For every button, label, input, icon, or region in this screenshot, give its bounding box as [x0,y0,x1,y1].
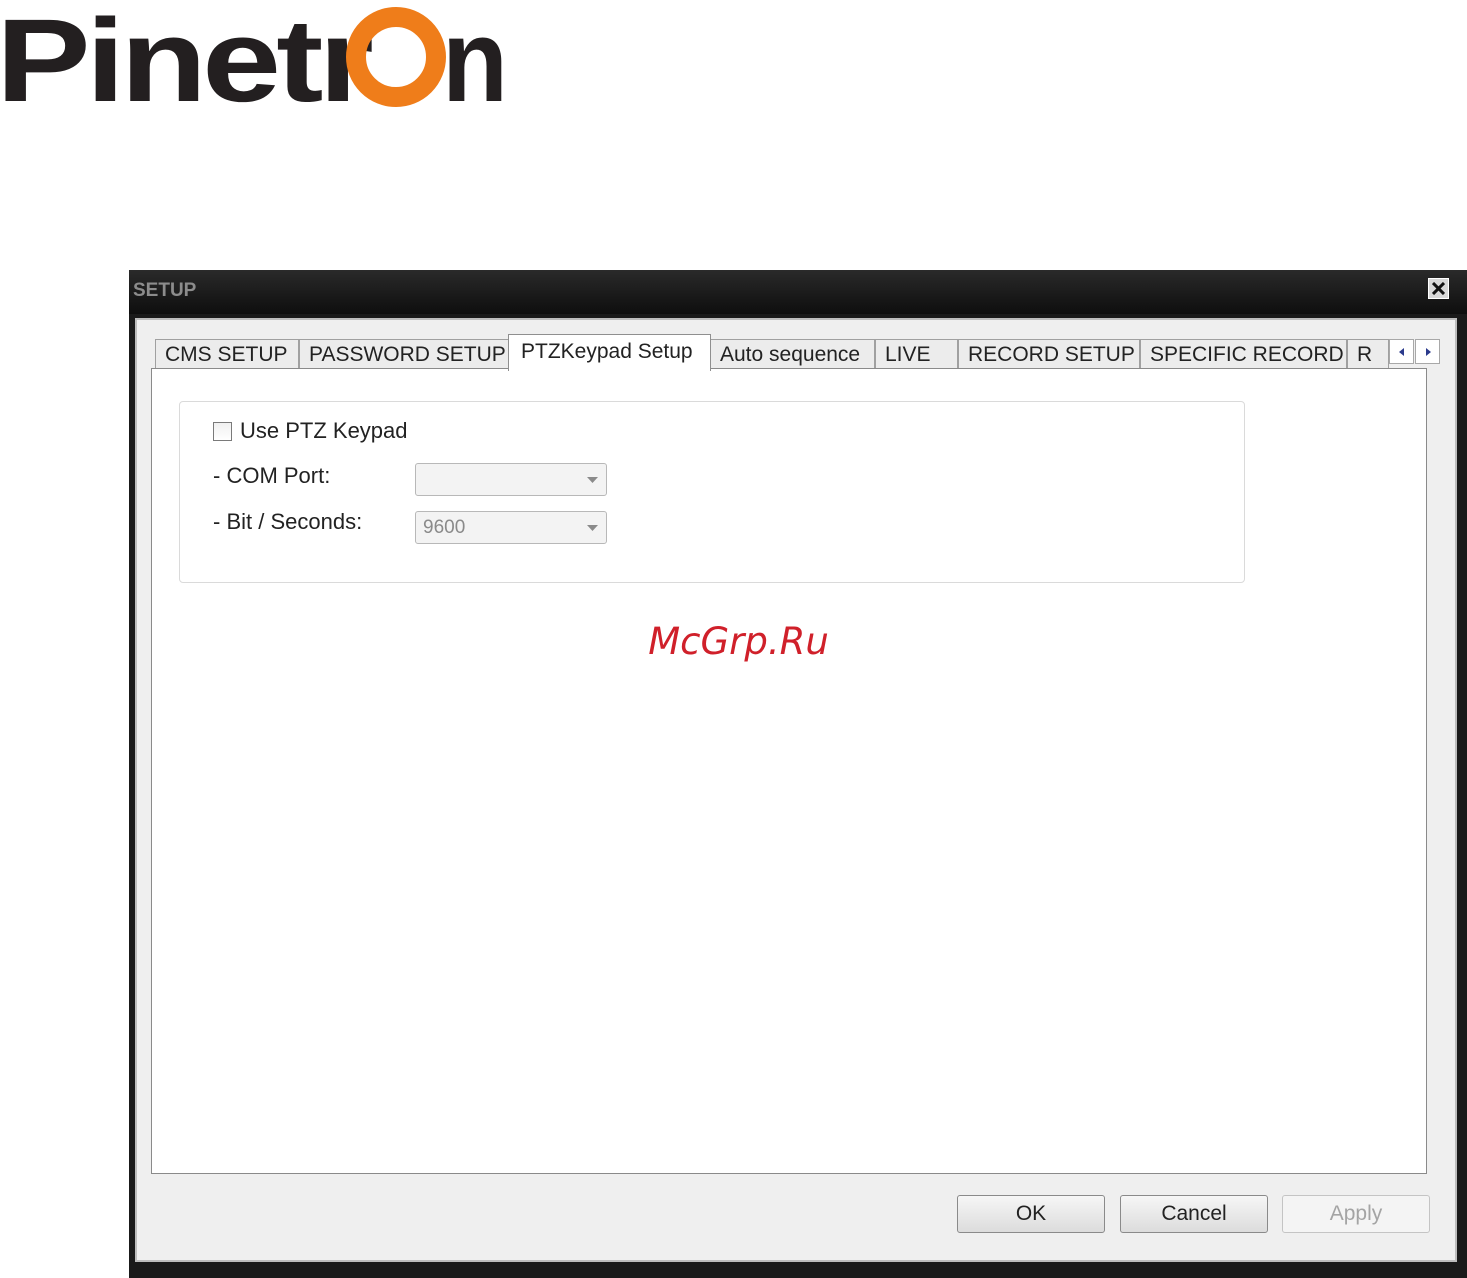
arrow-right-icon [1425,347,1431,356]
tab-cms-setup[interactable]: CMS SETUP [155,339,299,370]
arrow-left-icon [1398,347,1404,356]
pinetron-logo: Pinetr n [0,0,508,115]
chevron-down-icon [587,477,598,483]
use-ptz-keypad-row[interactable]: Use PTZ Keypad [213,418,408,444]
tab-scroll-right-button[interactable] [1415,339,1440,364]
tab-strip: CMS SETUP PASSWORD SETUP PTZKeypad Setup… [155,334,1440,371]
ptz-keypad-panel: Use PTZ Keypad - COM Port: - Bit / Secon… [151,368,1427,1174]
bit-seconds-value: 9600 [423,517,466,538]
cancel-button[interactable]: Cancel [1120,1195,1268,1233]
ptz-settings-group: Use PTZ Keypad - COM Port: - Bit / Secon… [179,401,1245,583]
tab-scroll-left-button[interactable] [1389,339,1414,364]
use-ptz-keypad-checkbox[interactable] [213,421,232,441]
close-button[interactable] [1428,278,1449,299]
tab-auto-sequence[interactable]: Auto sequence [710,339,875,370]
watermark-text: McGrp.Ru [648,620,829,663]
tab-record-setup[interactable]: RECORD SETUP [958,339,1140,370]
bit-seconds-label: - Bit / Seconds: [213,509,363,534]
bit-seconds-dropdown[interactable]: 9600 [415,511,607,544]
apply-button[interactable]: Apply [1282,1195,1430,1233]
tab-truncated[interactable]: R [1347,339,1389,370]
ok-button[interactable]: OK [957,1195,1105,1233]
tab-scroll-buttons [1389,339,1445,365]
tab-password-setup[interactable]: PASSWORD SETUP [299,339,509,370]
chevron-down-icon [587,525,598,531]
svg-text:Pinetr: Pinetr [0,0,373,115]
com-port-dropdown[interactable] [415,463,607,496]
window-title: SETUP [133,280,197,301]
com-port-label: - COM Port: [213,463,331,488]
tab-specific-record[interactable]: SPECIFIC RECORD [1140,339,1347,370]
tab-live[interactable]: LIVE [875,339,958,370]
close-icon [1432,282,1445,295]
tab-ptzkeypad-setup[interactable]: PTZKeypad Setup [508,334,711,371]
use-ptz-keypad-label: Use PTZ Keypad [240,418,408,443]
watermark: McGrp.Ru [0,620,1467,663]
dialog-client-area: CMS SETUP PASSWORD SETUP PTZKeypad Setup… [135,318,1457,1262]
setup-dialog: SETUP CMS SETUP PASSWORD SETUP PTZKeypad… [129,270,1467,1278]
svg-text:n: n [442,0,508,115]
title-bar[interactable]: SETUP [129,270,1467,314]
